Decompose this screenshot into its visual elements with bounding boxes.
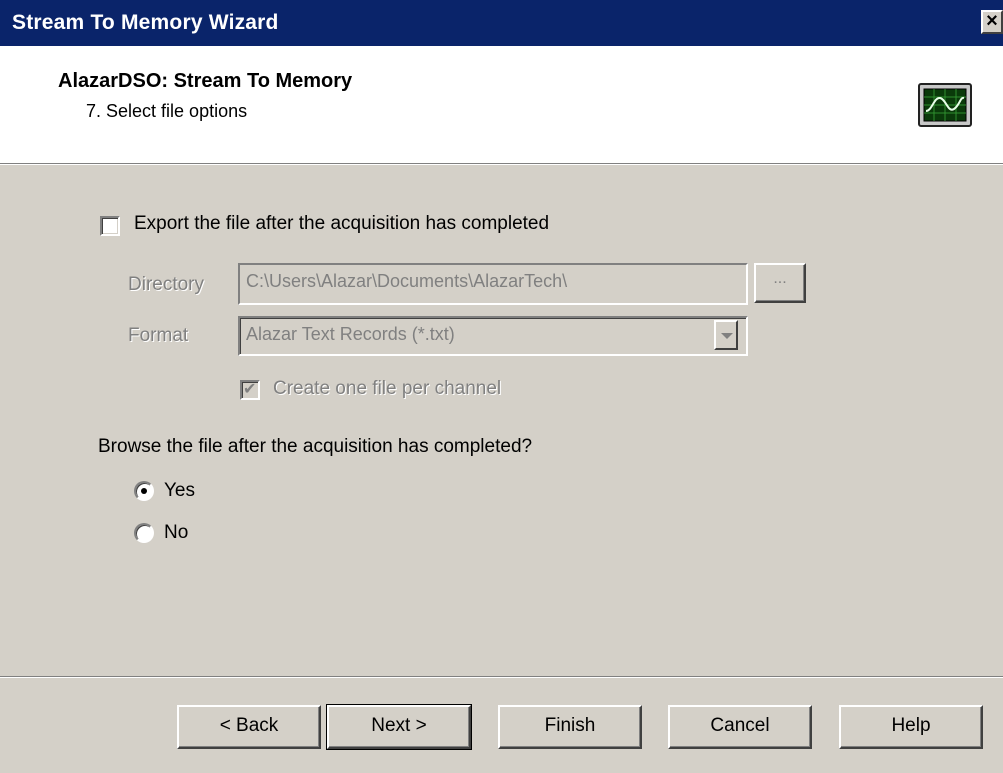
per-channel-label: Create one file per channel — [273, 378, 502, 399]
format-dropdown-arrow[interactable] — [714, 320, 738, 350]
page-title: AlazarDSO: Stream To Memory — [58, 70, 353, 92]
wizard-header: AlazarDSO: Stream To Memory 7. Select fi… — [0, 46, 1003, 163]
checkmark-icon: ✔ — [243, 381, 257, 398]
directory-field[interactable]: C:\Users\Alazar\Documents\AlazarTech\ — [238, 263, 748, 305]
radio-selected-dot — [141, 488, 147, 494]
directory-label: Directory — [128, 274, 205, 295]
footer-divider-highlight — [0, 677, 1003, 678]
next-button[interactable]: Next > — [326, 704, 472, 750]
header-divider-highlight — [0, 164, 1003, 165]
back-button[interactable]: < Back — [177, 705, 321, 749]
title-bar: Stream To Memory Wizard × — [0, 0, 1003, 46]
radio-no-label[interactable]: No — [164, 522, 188, 544]
close-button[interactable]: × — [981, 10, 1003, 34]
radio-yes-label[interactable]: Yes — [164, 480, 195, 502]
cancel-button[interactable]: Cancel — [668, 705, 812, 749]
oscilloscope-icon — [918, 83, 972, 127]
close-icon: × — [986, 10, 998, 32]
format-dropdown[interactable]: Alazar Text Records (*.txt) — [238, 316, 748, 356]
export-checkbox-label[interactable]: Export the file after the acquisition ha… — [134, 213, 549, 235]
finish-button[interactable]: Finish — [498, 705, 642, 749]
format-label: Format — [128, 325, 189, 346]
window-title: Stream To Memory Wizard — [12, 11, 279, 34]
step-subtitle: 7. Select file options — [86, 101, 248, 121]
help-button[interactable]: Help — [839, 705, 983, 749]
radio-no[interactable] — [134, 523, 154, 543]
format-dropdown-value: Alazar Text Records (*.txt) — [246, 324, 455, 344]
chevron-down-icon — [721, 333, 733, 339]
browse-directory-button[interactable]: ... — [754, 263, 806, 303]
radio-yes[interactable] — [134, 481, 154, 501]
browse-question: Browse the file after the acquisition ha… — [98, 436, 533, 457]
per-channel-checkbox[interactable]: ✔ — [240, 380, 260, 400]
export-checkbox[interactable] — [100, 216, 120, 236]
